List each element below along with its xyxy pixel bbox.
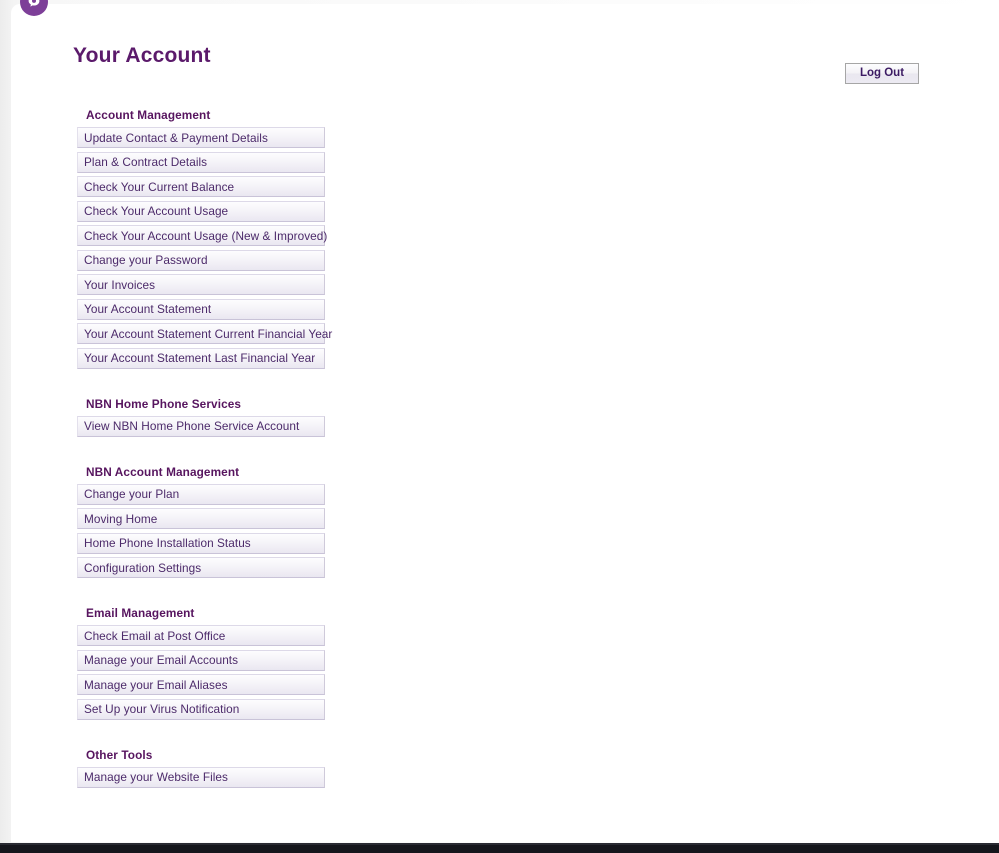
account-menu-item[interactable]: Your Account Statement bbox=[77, 298, 325, 320]
account-menu-item[interactable]: Change your Plan bbox=[77, 483, 325, 505]
section-heading: Other Tools bbox=[86, 747, 153, 762]
section-heading: NBN Home Phone Services bbox=[86, 396, 242, 411]
account-menu-item-label: Check Your Current Balance bbox=[84, 179, 235, 194]
account-menu-item-label: Update Contact & Payment Details bbox=[84, 130, 268, 145]
section-item-list: Check Email at Post Office Manage your Em… bbox=[77, 625, 325, 720]
section-item-list: Manage your Website Files bbox=[77, 766, 325, 788]
section-item-list: Change your Plan Moving Home Home Phone In… bbox=[77, 483, 325, 578]
account-menu-item-label: Set Up your Virus Notification bbox=[84, 702, 240, 716]
account-menu-item[interactable]: Manage your Email Aliases bbox=[77, 674, 325, 695]
account-menu-item-label: Manage your Website Files bbox=[84, 770, 228, 784]
account-section: Account Management Update Contact & Payme… bbox=[77, 108, 337, 369]
account-menu-item-label: Check Your Account Usage bbox=[84, 204, 229, 218]
account-menu-item-label: Plan & Contract Details bbox=[84, 155, 208, 169]
account-menu-item-label: Home Phone Installation Status bbox=[84, 536, 251, 550]
account-menu-item-label: Manage your Email Aliases bbox=[84, 677, 228, 692]
section-heading: Email Management bbox=[86, 606, 195, 620]
account-menu-item-label: Your Account Statement Last Financial Ye… bbox=[84, 351, 316, 365]
account-menu-item[interactable]: Home Phone Installation Status bbox=[77, 532, 325, 554]
account-section: NBN Account Management Change your Plan Mo… bbox=[77, 464, 337, 578]
section-heading: Account Management bbox=[86, 108, 211, 122]
log-out-button[interactable]: Log Out bbox=[845, 63, 919, 84]
section-item-list: Update Contact & Payment Details Plan & C… bbox=[77, 127, 332, 369]
page-card: Your Account Log Out Account Management U… bbox=[11, 4, 979, 842]
account-menu-item-label: Moving Home bbox=[84, 511, 158, 526]
account-menu-item-label: Check Your Account Usage (New & Improved… bbox=[84, 228, 328, 243]
account-menu-item-label: Your Account Statement Current Financial… bbox=[84, 326, 333, 341]
account-menu-item[interactable]: Moving Home bbox=[77, 508, 325, 529]
account-menu-item-label: View NBN Home Phone Service Account bbox=[84, 419, 300, 433]
browser-viewport: Your Account Log Out Account Management U… bbox=[0, 0, 999, 853]
account-menu-item-label: Check Email at Post Office bbox=[84, 628, 226, 643]
account-sections: Account Management Update Contact & Payme… bbox=[77, 108, 337, 788]
account-menu-item[interactable]: Change your Password bbox=[77, 249, 325, 271]
account-menu-item[interactable]: Your Account Statement Current Financial… bbox=[77, 323, 332, 344]
account-menu-item[interactable]: Manage your Email Accounts bbox=[77, 649, 325, 671]
account-menu-item[interactable]: Your Account Statement Last Financial Ye… bbox=[77, 347, 325, 369]
account-menu-item[interactable]: Update Contact & Payment Details bbox=[77, 127, 325, 148]
account-section: NBN Home Phone Services View NBN Home Pho… bbox=[77, 397, 337, 437]
page-content: Your Account Log Out Account Management U… bbox=[11, 4, 979, 842]
page-title: Your Account bbox=[73, 44, 211, 68]
section-heading: NBN Account Management bbox=[86, 464, 240, 479]
account-menu-item[interactable]: Plan & Contract Details bbox=[77, 151, 325, 173]
account-menu-item[interactable]: Set Up your Virus Notification bbox=[77, 698, 325, 720]
account-menu-item[interactable]: Your Invoices bbox=[77, 274, 325, 295]
account-section: Other Tools Manage your Website Files bbox=[77, 748, 337, 788]
account-menu-item-label: Manage your Email Accounts bbox=[84, 653, 239, 667]
account-menu-item-label: Change your Password bbox=[84, 253, 208, 267]
account-menu-item[interactable]: Manage your Website Files bbox=[77, 766, 325, 788]
account-menu-item[interactable]: View NBN Home Phone Service Account bbox=[77, 415, 325, 437]
account-menu-item[interactable]: Check Your Account Usage (New & Improved… bbox=[77, 225, 328, 246]
account-menu-item[interactable]: Check Your Current Balance bbox=[77, 176, 325, 197]
account-section: Email Management Check Email at Post Offi… bbox=[77, 606, 337, 720]
account-menu-item[interactable]: Configuration Settings bbox=[77, 557, 325, 578]
section-item-list: View NBN Home Phone Service Account bbox=[77, 415, 325, 437]
account-menu-item-label: Your Account Statement bbox=[84, 302, 212, 316]
account-menu-item[interactable]: Check Email at Post Office bbox=[77, 625, 325, 646]
account-menu-item-label: Change your Plan bbox=[84, 487, 180, 501]
taskbar bbox=[0, 845, 999, 853]
account-menu-item-label: Configuration Settings bbox=[84, 560, 202, 575]
account-menu-item-label: Your Invoices bbox=[84, 277, 156, 292]
account-menu-item[interactable]: Check Your Account Usage bbox=[77, 200, 325, 222]
